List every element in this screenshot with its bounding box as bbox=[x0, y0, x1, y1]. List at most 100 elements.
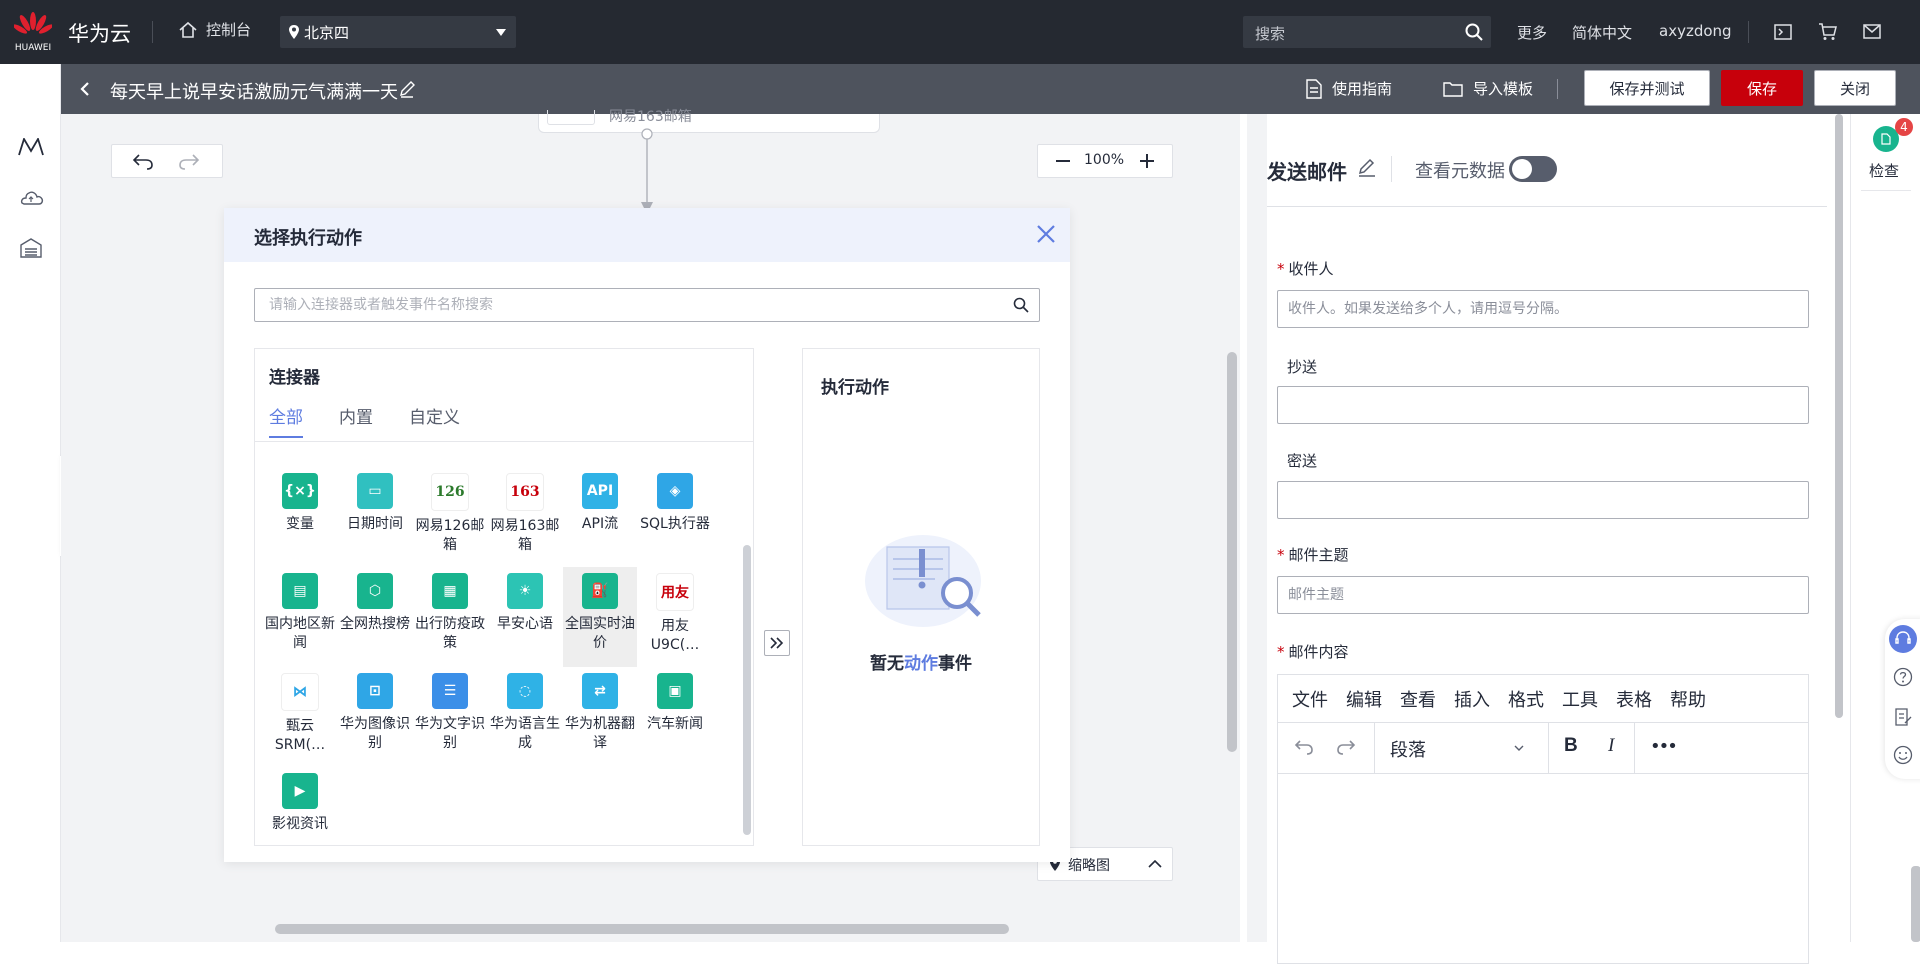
subject-field[interactable] bbox=[1277, 576, 1809, 614]
subject-input[interactable] bbox=[1286, 577, 1800, 613]
expand-actions-button[interactable] bbox=[764, 630, 790, 656]
zoom-in-icon[interactable] bbox=[1140, 154, 1154, 168]
cc-input[interactable] bbox=[1286, 387, 1800, 423]
connector-item[interactable]: 126 网易126邮箱 bbox=[413, 467, 487, 567]
cloud-icon[interactable] bbox=[18, 188, 44, 206]
back-arrow-icon[interactable] bbox=[80, 81, 90, 97]
connector-label: 华为图像识别 bbox=[340, 716, 410, 751]
connector-label: 日期时间 bbox=[347, 516, 403, 532]
editor-menu-item[interactable]: 文件 bbox=[1292, 686, 1328, 712]
customer-service-icon[interactable] bbox=[1889, 625, 1917, 653]
connector-label: 出行防疫政策 bbox=[415, 616, 485, 651]
warehouse-icon[interactable] bbox=[20, 238, 42, 258]
editor-menu-item[interactable]: 工具 bbox=[1562, 686, 1598, 712]
help-icon[interactable] bbox=[1893, 667, 1913, 687]
save-button[interactable]: 保存 bbox=[1721, 70, 1803, 106]
api-icon: API bbox=[582, 473, 618, 509]
connector-item[interactable]: ◌ 华为语言生成 bbox=[488, 667, 562, 767]
check-button[interactable]: 4 检查 bbox=[1851, 114, 1920, 190]
panel-gutter bbox=[1247, 114, 1267, 942]
canvas-vertical-scrollbar[interactable] bbox=[1227, 352, 1237, 752]
bold-button[interactable]: B bbox=[1564, 735, 1578, 757]
page-scrollbar[interactable] bbox=[1911, 866, 1920, 942]
connector-item[interactable]: ⛽ 全国实时油价 bbox=[563, 567, 637, 667]
editor-undo-icon[interactable] bbox=[1294, 739, 1314, 755]
location-pin-icon bbox=[289, 25, 299, 39]
cart-icon[interactable] bbox=[1818, 23, 1838, 41]
metadata-toggle-switch[interactable] bbox=[1509, 156, 1557, 182]
connector-item[interactable]: ▶ 影视资讯 bbox=[263, 767, 337, 867]
editor-menu-item[interactable]: 编辑 bbox=[1346, 686, 1382, 712]
panel-scrollbar[interactable] bbox=[1835, 114, 1843, 718]
editor-content-area[interactable] bbox=[1278, 773, 1808, 963]
edit-title-icon[interactable] bbox=[398, 80, 416, 98]
language-switch[interactable]: 简体中文 bbox=[1572, 22, 1632, 43]
connector-item[interactable]: ⇄ 华为机器翻译 bbox=[563, 667, 637, 767]
connector-list-scrollbar[interactable] bbox=[743, 545, 751, 835]
oil-price-icon: ⛽ bbox=[582, 573, 618, 609]
connector-item[interactable]: API API流 bbox=[563, 467, 637, 567]
recipient-input[interactable] bbox=[1286, 291, 1800, 327]
console-link[interactable]: 控制台 bbox=[178, 19, 251, 40]
editor-menu-item[interactable]: 插入 bbox=[1454, 686, 1490, 712]
close-icon[interactable] bbox=[1036, 224, 1056, 244]
connector-item[interactable]: 用友 用友U9C(… bbox=[638, 567, 712, 667]
tab-builtin[interactable]: 内置 bbox=[339, 403, 373, 438]
redo-icon[interactable] bbox=[178, 152, 200, 170]
connector-search-input[interactable] bbox=[267, 289, 971, 321]
connector-item[interactable]: ◈ SQL执行器 bbox=[638, 467, 712, 567]
close-button[interactable]: 关闭 bbox=[1814, 70, 1896, 106]
connector-item[interactable]: ▣ 汽车新闻 bbox=[638, 667, 712, 767]
paragraph-format-select[interactable]: 段落 bbox=[1382, 723, 1532, 773]
global-search[interactable]: 搜索 bbox=[1243, 16, 1491, 48]
import-template-button[interactable]: 导入模板 bbox=[1443, 78, 1533, 99]
connector-item[interactable]: ▦ 出行防疫政策 bbox=[413, 567, 487, 667]
editor-menu-item[interactable]: 查看 bbox=[1400, 686, 1436, 712]
zoom-out-icon[interactable] bbox=[1056, 160, 1070, 162]
undo-icon[interactable] bbox=[132, 152, 154, 170]
connector-item[interactable]: {×} 变量 bbox=[263, 467, 337, 567]
recipient-field[interactable] bbox=[1277, 290, 1809, 328]
connector-search-field[interactable] bbox=[254, 288, 1040, 322]
save-and-test-button[interactable]: 保存并测试 bbox=[1584, 70, 1710, 106]
bcc-input[interactable] bbox=[1286, 482, 1800, 518]
previous-node-card[interactable]: 网易163邮箱 bbox=[538, 110, 880, 133]
tab-all[interactable]: 全部 bbox=[269, 403, 303, 438]
more-tools-button[interactable]: ••• bbox=[1650, 736, 1678, 757]
editor-menu-item[interactable]: 帮助 bbox=[1670, 686, 1706, 712]
guide-button[interactable]: 使用指南 bbox=[1306, 78, 1392, 99]
toggle-knob bbox=[1512, 159, 1532, 179]
connector-item[interactable]: ▭ 日期时间 bbox=[338, 467, 412, 567]
search-icon[interactable] bbox=[1013, 297, 1029, 313]
connector-item[interactable]: ▤ 国内地区新闻 bbox=[263, 567, 337, 667]
feedback-icon[interactable] bbox=[1893, 707, 1913, 727]
flow-logo-icon[interactable] bbox=[18, 138, 44, 156]
connector-item[interactable]: ☰ 华为文字识别 bbox=[413, 667, 487, 767]
italic-button[interactable]: I bbox=[1608, 735, 1614, 757]
editor-menu-item[interactable]: 表格 bbox=[1616, 686, 1652, 712]
connector-item[interactable]: ⊡ 华为图像识别 bbox=[338, 667, 412, 767]
canvas-horizontal-scrollbar[interactable] bbox=[275, 924, 1009, 934]
edit-node-title-icon[interactable] bbox=[1357, 158, 1377, 178]
cc-field[interactable] bbox=[1277, 386, 1809, 424]
sunrise-icon: ☀ bbox=[507, 573, 543, 609]
more-link[interactable]: 更多 bbox=[1517, 22, 1547, 43]
guide-label: 使用指南 bbox=[1332, 80, 1393, 98]
brand-name[interactable]: 华为云 bbox=[68, 18, 131, 48]
connector-item[interactable]: ☀ 早安心语 bbox=[488, 567, 562, 667]
bcc-field[interactable] bbox=[1277, 481, 1809, 519]
connector-item[interactable]: ⬡ 全网热搜榜 bbox=[338, 567, 412, 667]
region-select[interactable]: 北京四 bbox=[280, 16, 516, 48]
smiley-icon[interactable] bbox=[1893, 745, 1913, 765]
connector-item[interactable]: 163 网易163邮箱 bbox=[488, 467, 562, 567]
terminal-icon[interactable] bbox=[1774, 24, 1792, 40]
huawei-logo[interactable]: HUAWEI bbox=[12, 12, 54, 53]
mail-icon[interactable] bbox=[1863, 24, 1881, 39]
username[interactable]: axyzdong bbox=[1659, 22, 1732, 40]
connector-item[interactable]: ⋈ 甄云SRM(… bbox=[263, 667, 337, 767]
tab-custom[interactable]: 自定义 bbox=[409, 403, 460, 438]
search-icon[interactable] bbox=[1465, 23, 1483, 41]
double-chevron-right-icon bbox=[770, 637, 784, 649]
editor-menu-item[interactable]: 格式 bbox=[1508, 686, 1544, 712]
editor-redo-icon[interactable] bbox=[1336, 739, 1356, 755]
